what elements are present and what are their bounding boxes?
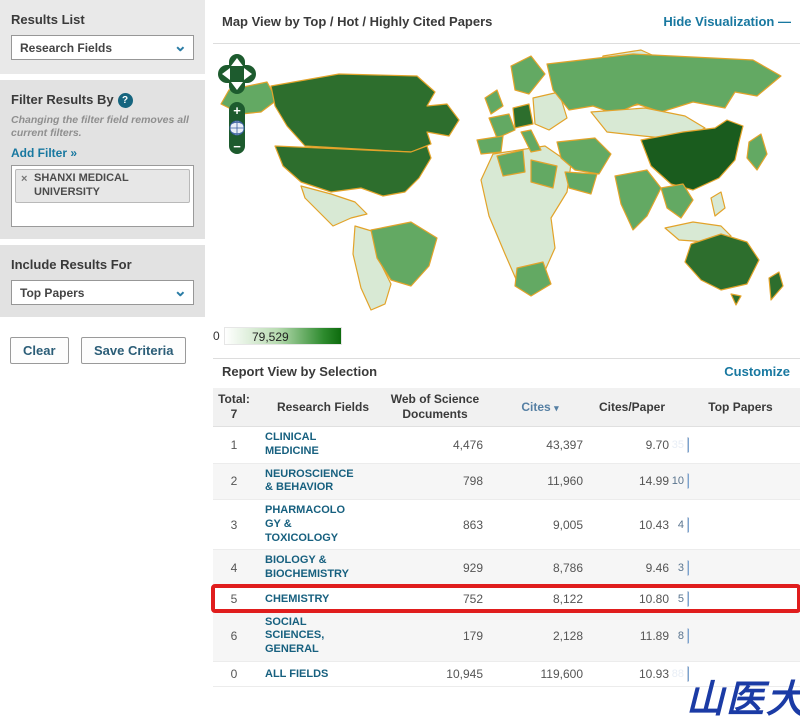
- divider: [213, 358, 800, 359]
- include-results-section: Include Results For Top Papers ⌄: [0, 245, 205, 318]
- legend-min: 0: [213, 329, 220, 343]
- col-cites-per-paper[interactable]: Cites/Paper: [595, 396, 683, 419]
- rank: 2: [230, 474, 238, 489]
- chevron-down-icon: ⌄: [173, 283, 187, 301]
- remove-filter-icon[interactable]: ×: [21, 173, 27, 186]
- docs-value: 10,945: [446, 666, 483, 681]
- sidebar: Results List Research Fields ⌄ Filter Re…: [0, 0, 205, 378]
- top-papers-bar: 35: [672, 436, 689, 453]
- map-header: Map View by Top / Hot / Highly Cited Pap…: [213, 0, 800, 44]
- filter-chip-label: SHANXI MEDICAL UNIVERSITY: [34, 172, 129, 198]
- field-link[interactable]: CLINICAL MEDICINE: [265, 431, 361, 459]
- report-table: Total: 7 Research Fields Web of Science D…: [211, 388, 800, 687]
- table-row: 1 CLINICAL MEDICINE 4,476 43,397 9.70 35: [213, 427, 800, 464]
- docs-value: 179: [462, 629, 483, 644]
- filter-title: Filter Results By?: [11, 92, 194, 109]
- top-papers-bar: 5: [678, 590, 689, 607]
- table-row: 2 NEUROSCIENCE & BEHAVIOR 798 11,960 14.…: [213, 463, 800, 500]
- field-link[interactable]: PHARMACOLOGY & TOXICOLOGY: [265, 504, 353, 545]
- include-results-select[interactable]: Top Papers ⌄: [11, 280, 194, 306]
- include-results-selected: Top Papers: [20, 285, 85, 300]
- clear-button[interactable]: Clear: [10, 337, 69, 365]
- docs-value: 929: [462, 561, 483, 575]
- report-header: Report View by Selection Customize: [213, 364, 800, 379]
- results-list-label: Results List: [11, 12, 85, 27]
- cpp-value: 10.93: [638, 666, 669, 681]
- results-list-section: Results List Research Fields ⌄: [0, 0, 205, 74]
- docs-value: 863: [462, 517, 483, 532]
- top-papers-bar: 4: [678, 516, 689, 533]
- filter-listbox[interactable]: × SHANXI MEDICAL UNIVERSITY: [11, 165, 194, 228]
- sidebar-buttons: Clear Save Criteria: [0, 323, 205, 378]
- map-controls[interactable]: + −: [217, 52, 259, 162]
- cites-value: 8,122: [552, 591, 583, 606]
- filter-chip[interactable]: × SHANXI MEDICAL UNIVERSITY: [15, 169, 190, 203]
- field-link[interactable]: ALL FIELDS: [265, 668, 328, 682]
- docs-value: 4,476: [452, 437, 483, 452]
- hide-visualization-link[interactable]: Hide Visualization —: [663, 14, 791, 29]
- choropleth-map[interactable]: [213, 46, 800, 314]
- rank: 3: [230, 517, 238, 532]
- field-link[interactable]: SOCIAL SCIENCES, GENERAL: [265, 616, 343, 657]
- cites-value: 2,128: [552, 629, 583, 644]
- field-link[interactable]: CHEMISTRY: [265, 593, 329, 607]
- table-row-highlighted: 5 CHEMISTRY 752 8,122 10.80 5: [211, 583, 800, 613]
- customize-link[interactable]: Customize: [724, 364, 790, 379]
- cpp-value: 9.46: [645, 561, 669, 575]
- save-criteria-button[interactable]: Save Criteria: [80, 337, 187, 365]
- top-papers-bar: 3: [678, 560, 689, 576]
- legend-max: 79,529: [251, 330, 289, 344]
- map-title: Map View by Top / Hot / Highly Cited Pap…: [222, 14, 493, 29]
- filter-note: Changing the filter field removes all cu…: [11, 114, 189, 140]
- cites-value: 43,397: [546, 437, 583, 452]
- rank: 4: [230, 561, 238, 575]
- cites-value: 9,005: [552, 517, 583, 532]
- zoom-out-icon: −: [233, 139, 241, 154]
- filter-section: Filter Results By? Changing the filter f…: [0, 80, 205, 240]
- cpp-value: 14.99: [638, 474, 669, 489]
- cites-value: 8,786: [552, 561, 583, 575]
- docs-value: 752: [462, 591, 483, 606]
- table-row: 3 PHARMACOLOGY & TOXICOLOGY 863 9,005 10…: [213, 500, 800, 551]
- report-title: Report View by Selection: [222, 364, 378, 379]
- watermark: 山医大: [686, 679, 800, 721]
- col-cites-sorted[interactable]: Cites ▾: [497, 396, 595, 419]
- rank: 5: [230, 591, 238, 606]
- field-link[interactable]: BIOLOGY & BIOCHEMISTRY: [265, 554, 361, 582]
- col-research-fields[interactable]: Research Fields: [255, 396, 387, 419]
- col-top-papers[interactable]: Top Papers: [683, 396, 800, 419]
- world-map[interactable]: + −: [213, 44, 800, 316]
- table-row: 6 SOCIAL SCIENCES, GENERAL 179 2,128 11.…: [213, 611, 800, 662]
- main-panel: Map View by Top / Hot / Highly Cited Pap…: [211, 0, 800, 687]
- chevron-down-icon: ⌄: [173, 38, 187, 55]
- results-list-select[interactable]: Research Fields ⌄: [11, 35, 194, 60]
- top-papers-bar: 8: [678, 628, 689, 645]
- table-header-row: Total: 7 Research Fields Web of Science D…: [213, 388, 800, 427]
- map-legend: 0 79,529: [213, 326, 342, 346]
- rank: 6: [230, 629, 238, 644]
- page: Results List Research Fields ⌄ Filter Re…: [0, 0, 800, 722]
- field-link[interactable]: NEUROSCIENCE & BEHAVIOR: [265, 468, 361, 496]
- rank: 1: [230, 437, 238, 452]
- top-papers-bar: 10: [672, 473, 689, 490]
- cpp-value: 11.89: [639, 629, 669, 644]
- cites-value: 11,960: [547, 474, 583, 489]
- table-row: 4 BIOLOGY & BIOCHEMISTRY 929 8,786 9.46 …: [213, 550, 800, 587]
- cpp-value: 10.43: [638, 517, 669, 532]
- legend-gradient: 79,529: [223, 327, 342, 345]
- results-list-selected: Research Fields: [20, 40, 113, 55]
- add-filter-link[interactable]: Add Filter »: [11, 146, 194, 160]
- sort-desc-icon: ▾: [554, 402, 559, 413]
- col-total: Total: 7: [218, 392, 250, 421]
- rank: 0: [230, 666, 238, 681]
- col-wos-documents[interactable]: Web of Science Documents: [387, 388, 497, 426]
- docs-value: 798: [462, 474, 483, 489]
- zoom-in-icon: +: [233, 103, 241, 118]
- cpp-value: 9.70: [645, 437, 669, 452]
- cites-value: 119,600: [540, 666, 584, 681]
- cpp-value: 10.80: [638, 591, 669, 606]
- include-results-label: Include Results For: [11, 257, 132, 273]
- help-icon[interactable]: ?: [117, 93, 133, 109]
- minus-icon: —: [778, 14, 791, 29]
